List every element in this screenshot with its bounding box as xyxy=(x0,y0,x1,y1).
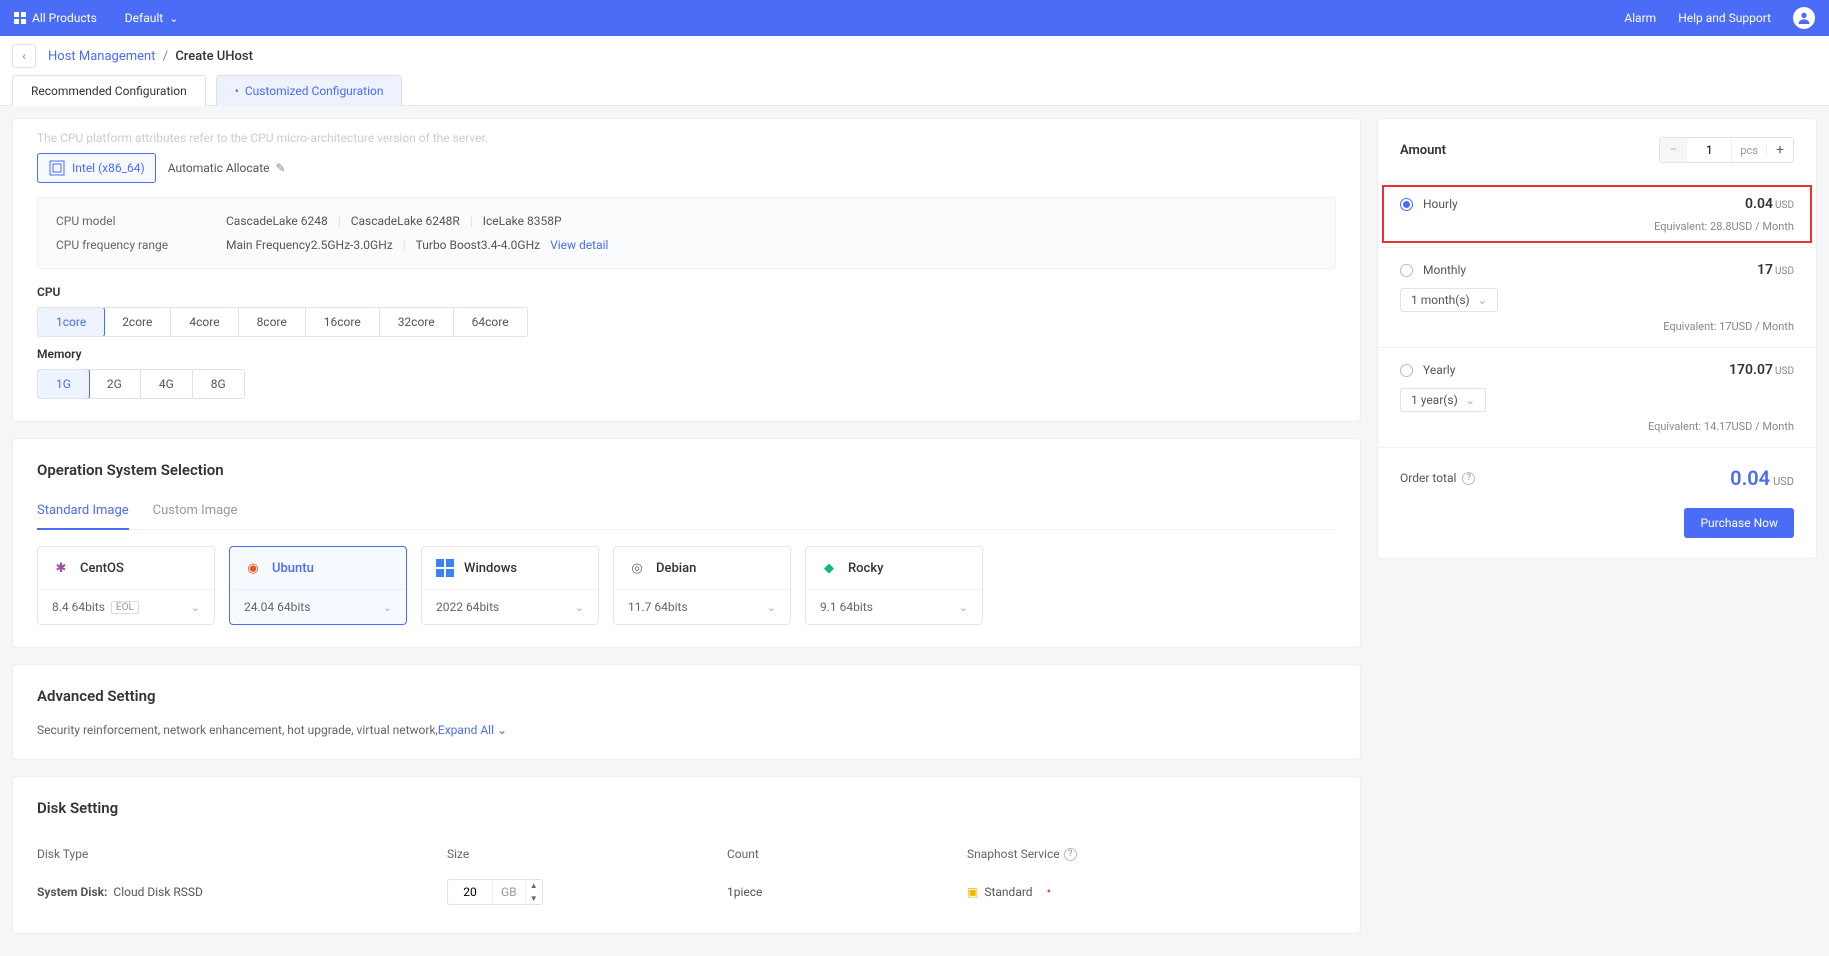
breadcrumb-host-mgmt[interactable]: Host Management xyxy=(48,49,155,64)
chevron-down-icon: ⌄ xyxy=(1478,294,1487,307)
cpu-freq-label: CPU frequency range xyxy=(56,238,186,252)
cpu-opt-64core[interactable]: 64core xyxy=(454,308,527,336)
warning-dot-icon: • xyxy=(1047,884,1052,900)
os-windows[interactable]: Windows 2022 64bits⌄ xyxy=(421,546,599,625)
breadcrumb: Host Management / Create UHost xyxy=(48,49,253,64)
cpu-spec-box: CPU model CascadeLake 6248| CascadeLake … xyxy=(37,197,1336,269)
advanced-card: Advanced Setting Security reinforcement,… xyxy=(12,664,1361,760)
cpu-config-card: The CPU platform attributes refer to the… xyxy=(12,118,1361,422)
debian-icon: ◎ xyxy=(628,559,646,577)
back-button[interactable]: ‹ xyxy=(12,44,36,68)
alarm-link[interactable]: Alarm xyxy=(1624,11,1656,25)
windows-icon xyxy=(436,559,454,577)
cpu-model-label: CPU model xyxy=(56,214,186,228)
os-card: Operation System Selection Standard Imag… xyxy=(12,438,1361,648)
chevron-down-icon: ⌄ xyxy=(959,601,968,614)
breadcrumb-current: Create UHost xyxy=(175,49,253,64)
amount-plus[interactable]: + xyxy=(1767,137,1793,163)
os-title: Operation System Selection xyxy=(37,461,1336,479)
topbar: All Products Default ⌄ Alarm Help and Su… xyxy=(0,0,1829,36)
grid-icon xyxy=(14,12,26,24)
camera-icon: ▣ xyxy=(967,885,978,899)
amount-minus[interactable]: − xyxy=(1660,137,1686,163)
cpu-options: 1core 2core 4core 8core 16core 32core 64… xyxy=(37,307,528,337)
radio-monthly[interactable] xyxy=(1400,264,1413,277)
mem-opt-4g[interactable]: 4G xyxy=(141,370,193,398)
plan-monthly[interactable]: Monthly 17USD 1 month(s)⌄ Equivalent: 17… xyxy=(1378,247,1816,347)
radio-yearly[interactable] xyxy=(1400,364,1413,377)
order-total-row: Order total? 0.04USD xyxy=(1378,447,1816,508)
os-rocky[interactable]: ◆Rocky 9.1 64bits⌄ xyxy=(805,546,983,625)
cpu-label: CPU xyxy=(37,285,1336,299)
memory-options: 1G 2G 4G 8G xyxy=(37,369,245,399)
plan-hourly[interactable]: Hourly 0.04USD Equivalent: 28.8USD / Mon… xyxy=(1378,181,1816,247)
all-products-label: All Products xyxy=(32,11,97,25)
yearly-duration-select[interactable]: 1 year(s)⌄ xyxy=(1400,388,1486,412)
ubuntu-icon: ◉ xyxy=(244,559,262,577)
adv-title: Advanced Setting xyxy=(37,687,1336,705)
chevron-down-icon: ⌄ xyxy=(169,12,178,25)
project-label: Default xyxy=(125,11,163,25)
subheader: ‹ Host Management / Create UHost Recomme… xyxy=(0,36,1829,106)
disk-card: Disk Setting Disk Type Size Count Snapho… xyxy=(12,776,1361,934)
disk-size-field[interactable] xyxy=(448,885,492,899)
truncated-text: The CPU platform attributes refer to the… xyxy=(37,131,1336,145)
chevron-down-icon: ⌄ xyxy=(497,723,507,737)
disk-row: System Disk: Cloud Disk RSSD GB ▲▼ 1piec… xyxy=(37,873,1336,911)
memory-label: Memory xyxy=(37,347,1336,361)
mem-opt-1g[interactable]: 1G xyxy=(37,369,90,399)
amount-input[interactable] xyxy=(1686,138,1732,162)
disk-table-head: Disk Type Size Count Snaphost Service? xyxy=(37,835,1336,873)
user-avatar[interactable] xyxy=(1793,7,1815,29)
chevron-down-icon: ⌄ xyxy=(1466,394,1475,407)
cpu-opt-8core[interactable]: 8core xyxy=(239,308,306,336)
cpu-opt-4core[interactable]: 4core xyxy=(171,308,238,336)
size-down[interactable]: ▼ xyxy=(526,892,542,905)
centos-icon: ✱ xyxy=(52,559,70,577)
amount-stepper: − pcs + xyxy=(1659,137,1794,163)
pricing-panel: Amount − pcs + Hourly 0.04USD Equivalent… xyxy=(1377,118,1817,559)
os-centos[interactable]: ✱CentOS 8.4 64bitsEOL⌄ xyxy=(37,546,215,625)
mem-opt-2g[interactable]: 2G xyxy=(89,370,141,398)
standard-image-tab[interactable]: Standard Image xyxy=(37,497,129,530)
size-up[interactable]: ▲ xyxy=(526,879,542,892)
cpu-opt-1core[interactable]: 1core xyxy=(37,307,105,337)
chevron-down-icon: ⌄ xyxy=(191,601,200,614)
all-products-menu[interactable]: All Products xyxy=(14,0,111,36)
intel-icon xyxy=(48,159,66,177)
os-debian[interactable]: ◎Debian 11.7 64bits⌄ xyxy=(613,546,791,625)
os-ubuntu[interactable]: ◉Ubuntu 24.04 64bits⌄ xyxy=(229,546,407,625)
help-icon[interactable]: ? xyxy=(1462,472,1475,485)
adv-desc: Security reinforcement, network enhancem… xyxy=(37,723,438,737)
custom-image-tab[interactable]: Custom Image xyxy=(153,497,238,529)
plan-yearly[interactable]: Yearly 170.07USD 1 year(s)⌄ Equivalent: … xyxy=(1378,347,1816,447)
rocky-icon: ◆ xyxy=(820,559,838,577)
chevron-down-icon: ⌄ xyxy=(575,601,584,614)
chevron-down-icon: ⌄ xyxy=(383,601,392,614)
project-selector[interactable]: Default ⌄ xyxy=(111,0,193,36)
chevron-down-icon: ⌄ xyxy=(767,601,776,614)
mem-opt-8g[interactable]: 8G xyxy=(193,370,244,398)
disk-title: Disk Setting xyxy=(37,799,1336,817)
edit-icon: ✎ xyxy=(276,161,286,175)
help-icon[interactable]: ? xyxy=(1064,848,1077,861)
tab-customized[interactable]: Customized Configuration xyxy=(216,75,403,106)
tab-recommended[interactable]: Recommended Configuration xyxy=(12,75,206,106)
disk-size-input[interactable]: GB ▲▼ xyxy=(447,879,543,905)
snapshot-standard[interactable]: ▣ Standard xyxy=(967,885,1033,899)
purchase-button[interactable]: Purchase Now xyxy=(1684,508,1794,538)
radio-hourly[interactable] xyxy=(1400,198,1413,211)
expand-all-link[interactable]: Expand All ⌄ xyxy=(438,723,507,737)
cpu-opt-32core[interactable]: 32core xyxy=(380,308,454,336)
auto-allocate[interactable]: Automatic Allocate ✎ xyxy=(168,161,286,175)
help-link[interactable]: Help and Support xyxy=(1678,11,1771,25)
cpu-opt-16core[interactable]: 16core xyxy=(306,308,380,336)
cpu-platform-intel[interactable]: Intel (x86_64) xyxy=(37,153,156,183)
monthly-duration-select[interactable]: 1 month(s)⌄ xyxy=(1400,288,1498,312)
amount-label: Amount xyxy=(1400,143,1446,158)
view-detail-link[interactable]: View detail xyxy=(550,238,608,252)
cpu-opt-2core[interactable]: 2core xyxy=(104,308,171,336)
